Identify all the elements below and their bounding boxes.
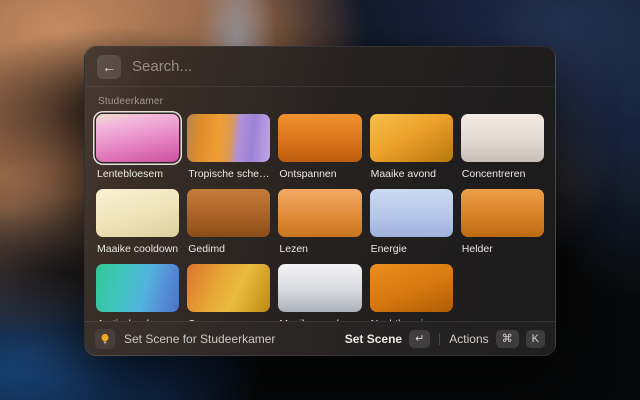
scene-card[interactable]: Lentebloesem [96,114,179,180]
set-scene-button[interactable]: Set Scene [345,332,402,346]
scene-swatch[interactable] [187,264,270,312]
scene-swatch[interactable] [278,264,361,312]
scene-swatch[interactable] [370,114,453,162]
scene-card[interactable]: Helder [461,189,544,255]
scene-swatch[interactable] [96,114,179,162]
scene-label: Lezen [278,243,361,255]
scene-swatch[interactable] [278,189,361,237]
k-key-badge: K [526,330,545,348]
scene-card[interactable]: Arctische dageraad [96,264,179,321]
scene-label: Maaike cooldown [96,243,179,255]
scene-card[interactable]: Concentreren [461,114,544,180]
footer-divider [439,333,440,345]
scene-label: Ontspannen [278,168,361,180]
scene-label: Concentreren [461,168,544,180]
scene-card[interactable]: Maaike aan het werk [278,264,361,321]
scene-swatch[interactable] [370,189,453,237]
footer-status-text: Set Scene for Studeerkamer [124,332,336,346]
scene-card[interactable]: Ontspannen [278,114,361,180]
scene-card[interactable]: Tropische schemering [187,114,270,180]
scene-label: Lentebloesem [96,168,179,180]
footer-bar: Set Scene for Studeerkamer Set Scene ↵ A… [85,321,555,355]
scene-swatch[interactable] [187,114,270,162]
actions-button[interactable]: Actions [449,332,488,346]
scene-label: Maaike avond [370,168,453,180]
scene-card[interactable]: Lezen [278,189,361,255]
cmd-key-badge: ⌘ [496,330,519,348]
scene-swatch[interactable] [370,264,453,312]
scene-card[interactable]: Gedimd [187,189,270,255]
lightbulb-icon [95,329,115,349]
search-input[interactable] [132,58,543,75]
footer-actions: Set Scene ↵ Actions ⌘ K [345,330,545,348]
back-button[interactable]: ← [97,55,121,79]
scene-picker-window: ← Studeerkamer Lentebloesem Tropische sch… [84,46,556,356]
scene-card[interactable]: Maaike cooldown [96,189,179,255]
search-bar: ← [85,47,555,87]
results-area: Studeerkamer Lentebloesem Tropische schem… [85,87,555,321]
arrow-left-icon: ← [102,60,116,74]
scene-swatch[interactable] [96,189,179,237]
scene-swatch[interactable] [187,189,270,237]
scene-swatch[interactable] [461,114,544,162]
scene-card[interactable]: Savanne zonsonderg… [187,264,270,321]
scene-card[interactable]: Energie [370,189,453,255]
scene-label: Tropische schemering [187,168,270,180]
scene-swatch[interactable] [278,114,361,162]
scene-swatch[interactable] [461,189,544,237]
section-title: Studeerkamer [98,96,544,107]
scene-grid: Lentebloesem Tropische schemering Ontspann… [96,114,544,321]
scene-swatch[interactable] [96,264,179,312]
scene-card[interactable]: Nachtlampje [370,264,453,321]
scene-label: Energie [370,243,453,255]
scene-label: Gedimd [187,243,270,255]
scene-card[interactable]: Maaike avond [370,114,453,180]
scene-label: Helder [461,243,544,255]
return-key-badge: ↵ [409,330,430,348]
